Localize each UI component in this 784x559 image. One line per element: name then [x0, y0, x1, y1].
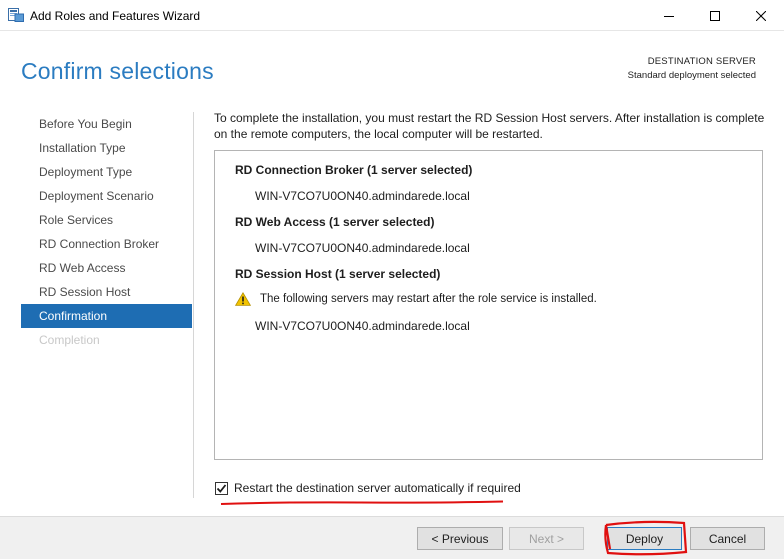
- wizard-navigation: Before You Begin Installation Type Deplo…: [21, 112, 192, 352]
- close-button[interactable]: [738, 0, 784, 31]
- next-button: Next >: [509, 527, 584, 550]
- maximize-button[interactable]: [692, 0, 738, 31]
- nav-item-rd-web-access[interactable]: RD Web Access: [21, 256, 192, 280]
- nav-item-role-services[interactable]: Role Services: [21, 208, 192, 232]
- cancel-button[interactable]: Cancel: [690, 527, 765, 550]
- close-icon: [756, 10, 766, 21]
- restart-checkbox-row[interactable]: Restart the destination server automatic…: [215, 481, 521, 495]
- server-name-rd-web-access: WIN-V7CO7U0ON40.admindarede.local: [255, 241, 470, 255]
- role-title-rd-web-access: RD Web Access (1 server selected): [235, 215, 435, 229]
- nav-item-confirmation[interactable]: Confirmation: [21, 304, 192, 328]
- title-bar[interactable]: Add Roles and Features Wizard: [0, 0, 784, 31]
- selections-list[interactable]: RD Connection Broker (1 server selected)…: [214, 150, 763, 460]
- warning-icon: [235, 292, 251, 306]
- checkmark-icon: [216, 483, 227, 493]
- role-title-rd-session-host: RD Session Host (1 server selected): [235, 267, 441, 281]
- nav-item-deployment-type[interactable]: Deployment Type: [21, 160, 192, 184]
- minimize-button[interactable]: [646, 0, 692, 31]
- nav-divider: [193, 112, 194, 498]
- maximize-icon: [710, 10, 720, 21]
- window-title: Add Roles and Features Wizard: [30, 9, 201, 23]
- destination-server-value: Standard deployment selected: [627, 70, 756, 81]
- nav-item-rd-session-host[interactable]: RD Session Host: [21, 280, 192, 304]
- role-title-rd-connection-broker: RD Connection Broker (1 server selected): [235, 163, 473, 177]
- nav-item-deployment-scenario[interactable]: Deployment Scenario: [21, 184, 192, 208]
- destination-server-label: DESTINATION SERVER: [647, 56, 756, 67]
- nav-item-rd-connection-broker[interactable]: RD Connection Broker: [21, 232, 192, 256]
- nav-item-completion: Completion: [39, 333, 100, 347]
- warning-text: The following servers may restart after …: [260, 293, 597, 305]
- restart-warning: The following servers may restart after …: [235, 291, 597, 307]
- nav-item-installation-type[interactable]: Installation Type: [21, 136, 192, 160]
- restart-checkbox-label[interactable]: Restart the destination server automatic…: [234, 481, 521, 495]
- annotation-underline: [220, 500, 504, 505]
- restart-checkbox[interactable]: [215, 481, 228, 495]
- minimize-icon: [664, 15, 674, 17]
- nav-item-before-you-begin[interactable]: Before You Begin: [21, 112, 192, 136]
- server-name-rd-session-host: WIN-V7CO7U0ON40.admindarede.local: [255, 319, 470, 333]
- previous-button[interactable]: < Previous: [417, 527, 503, 550]
- annotation-deploy-circle: [604, 520, 688, 556]
- server-name-rd-connection-broker: WIN-V7CO7U0ON40.admindarede.local: [255, 189, 470, 203]
- page-title: Confirm selections: [21, 58, 214, 84]
- server-manager-icon: [8, 8, 24, 22]
- intro-text: To complete the installation, you must r…: [214, 111, 765, 141]
